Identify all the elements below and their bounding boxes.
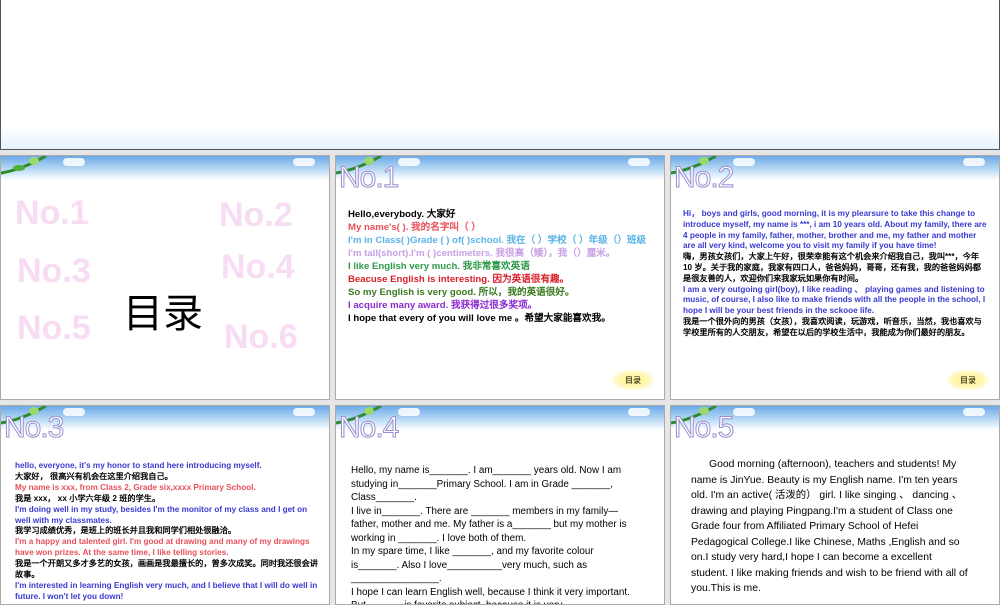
text-paragraph: Hi， boys and girls, good morning, it is …: [683, 209, 989, 252]
text-line: I'm a happy and talented girl. I'm good …: [15, 537, 319, 559]
text-line: My name is xxx, from Class 2, Grade six,…: [15, 483, 319, 494]
watermark-no4: No.4: [221, 248, 295, 287]
text-line: I hope that every of you will love me 。希…: [348, 312, 654, 325]
toc-title: 目录: [123, 281, 203, 339]
text-line: 我学习成绩优秀，是班上的班长并且我和同学们相处很融洽。: [15, 526, 319, 537]
watermark-no6: No.6: [224, 318, 298, 357]
watermark-no5: No.5: [17, 309, 91, 348]
watermark-no3: No.3: [17, 252, 91, 291]
slide-number: No.4: [339, 411, 398, 445]
slide-number: No.3: [4, 411, 63, 445]
text-paragraph: I live in_______. There are _______ memb…: [351, 505, 644, 546]
slide-thumbnail-toc[interactable]: No.1 No.2 No.3 No.4 No.5 No.6 目录: [0, 155, 330, 400]
text-line: I'm in Class( )Grade ( ) of( )school. 我在…: [348, 234, 654, 247]
text-line: I'm doing well in my study, besides I'm …: [15, 505, 319, 527]
text-paragraph: 嗨，男孩女孩们，大家上午好，很荣幸能有这个机会来介绍我自己，我叫***，今年 1…: [683, 252, 989, 284]
text-paragraph: I hope I can learn English well, because…: [351, 586, 644, 605]
text-line: I'm tall(short).I'm ( )centimeters. 我很高（…: [348, 247, 654, 260]
text-paragraph: Good morning (afternoon), teachers and s…: [691, 457, 971, 597]
slide-number: No.1: [339, 161, 398, 195]
text-line: Beacuse English is interesting. 因为英语很有趣。: [348, 273, 654, 286]
text-paragraph: I am a very outgoing girl(boy), I like r…: [683, 285, 989, 317]
slide-thumbnail-no4[interactable]: No.4 Hello, my name is_______. I am_____…: [335, 405, 665, 605]
watermark-no1: No.1: [15, 194, 89, 233]
slide-thumbnail-no5[interactable]: No.5 Good morning (afternoon), teachers …: [670, 405, 1000, 605]
slide-thumbnail-no3[interactable]: No.3 hello, everyone, it's my honor to s…: [0, 405, 330, 605]
text-line: So my English is very good. 所以，我的英语很好。: [348, 286, 654, 299]
toc-link-button[interactable]: 目录: [945, 369, 991, 391]
slide-body: Hello, my name is_______. I am_______ ye…: [351, 464, 644, 605]
slide-body: Hi， boys and girls, good morning, it is …: [683, 209, 989, 339]
text-line: My name's( ). 我的名字叫（ ）: [348, 221, 654, 234]
slide-thumbnail-no2[interactable]: No.2 Hi， boys and girls, good morning, i…: [670, 155, 1000, 400]
slide-body: Hello,everybody. 大家好 My name's( ). 我的名字叫…: [348, 208, 654, 325]
text-paragraph: Hello, my name is_______. I am_______ ye…: [351, 464, 644, 505]
text-line: 我是一个开朗又多才多艺的女孩，画画是我最擅长的，曾多次成奖。同时我还很会讲故事。: [15, 559, 319, 581]
slide-body: hello, everyone, it's my honor to stand …: [15, 461, 319, 603]
watermark-no2: No.2: [219, 196, 293, 235]
slide-number: No.2: [674, 161, 733, 195]
text-line: hello, everyone, it's my honor to stand …: [15, 461, 319, 472]
text-paragraph: In my spare time, I like _______, and my…: [351, 545, 644, 586]
toc-link-button[interactable]: 目录: [610, 369, 656, 391]
text-line: 大家好， 很高兴有机会在这里介绍我自己。: [15, 472, 319, 483]
vine-leaf-icon: [1, 156, 53, 176]
text-line: I like English very much. 我非常喜欢英语: [348, 260, 654, 273]
text-paragraph: 我是一个很外向的男孩（女孩），我喜欢阅读，玩游戏，听音乐，当然，我也喜欢与学校里…: [683, 317, 989, 339]
current-slide-preview[interactable]: [0, 0, 1000, 150]
text-line: 我是 xxx， xx 小学六年级 2 班的学生。: [15, 494, 319, 505]
text-line: I acquire many award. 我获得过很多奖项。: [348, 299, 654, 312]
slide-thumbnail-no1[interactable]: No.1 Hello,everybody. 大家好 My name's( ). …: [335, 155, 665, 400]
slide-number: No.5: [674, 411, 733, 445]
slide-body: Good morning (afternoon), teachers and s…: [691, 457, 971, 597]
text-line: Hello,everybody. 大家好: [348, 208, 654, 221]
